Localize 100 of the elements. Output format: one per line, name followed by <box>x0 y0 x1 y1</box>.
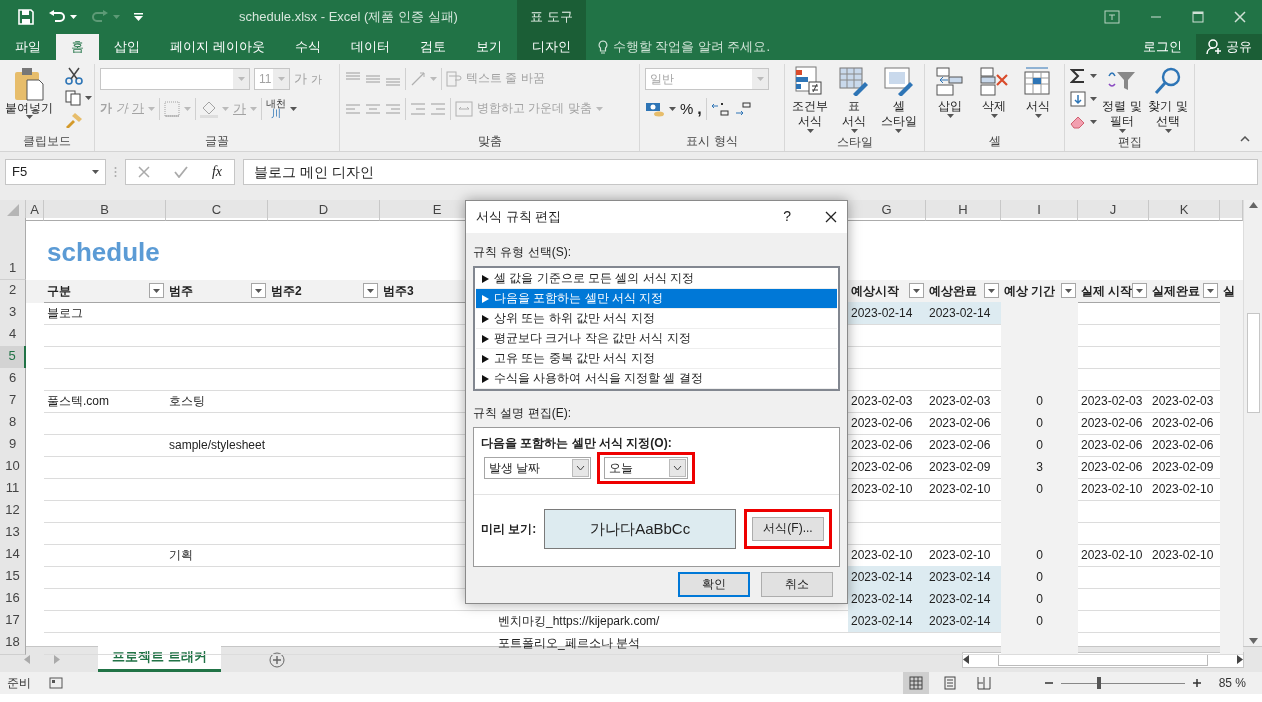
font-name-field[interactable] <box>100 68 250 90</box>
scroll-up-icon[interactable] <box>1248 202 1258 208</box>
help-button[interactable]: ? <box>783 209 791 225</box>
insert-button[interactable]: 삽입 <box>930 64 970 131</box>
column-header[interactable]: B <box>44 200 166 221</box>
column-header[interactable]: D <box>268 200 380 221</box>
row-header[interactable]: 6 <box>0 368 26 391</box>
dropdown-field[interactable]: 발생 날짜 <box>484 457 591 479</box>
ribbon-tab[interactable]: 홈 <box>56 34 99 60</box>
row-header[interactable]: 14 <box>0 544 26 567</box>
fill-color-icon[interactable] <box>200 100 218 118</box>
row-header[interactable]: 3 <box>0 302 26 325</box>
cancel-icon[interactable] <box>137 166 150 178</box>
eraser-icon[interactable] <box>1070 115 1086 130</box>
enter-icon[interactable] <box>173 166 188 178</box>
find-select-button[interactable]: 찾기 및 선택 <box>1147 64 1189 133</box>
ribbon-tab[interactable]: 페이지 레이아웃 <box>155 34 280 60</box>
conditional-format-button[interactable]: 조건부 서식 <box>790 64 831 133</box>
rule-type-option[interactable]: 다음을 포함하는 셀만 서식 지정 <box>476 289 837 309</box>
column-header[interactable]: J <box>1078 200 1149 221</box>
sum-icon[interactable] <box>1070 67 1086 84</box>
percent-button[interactable]: % <box>680 100 694 118</box>
rule-type-option[interactable]: 상위 또는 하위 값만 서식 지정 <box>476 309 837 329</box>
row-header[interactable]: 5 <box>0 346 26 369</box>
ribbon-tab[interactable]: 삽입 <box>99 34 155 60</box>
dropdown-field[interactable]: 오늘 <box>604 457 688 479</box>
paste-button[interactable]: 붙여넣기 <box>5 64 53 131</box>
row-header[interactable]: 12 <box>0 500 26 523</box>
filter-button[interactable] <box>149 283 164 299</box>
customize-icon[interactable] <box>134 13 143 21</box>
scroll-down-icon[interactable] <box>1248 638 1258 644</box>
tell-me-field[interactable]: 수행할 작업을 알려 주세요. <box>612 37 771 57</box>
collapse-ribbon-icon[interactable] <box>1240 135 1250 142</box>
zoom-in-icon[interactable] <box>1192 679 1201 687</box>
ribbon-display-icon[interactable] <box>1104 10 1120 24</box>
rule-type-option[interactable]: 고유 또는 중복 값만 서식 지정 <box>476 349 837 369</box>
sign-in-link[interactable]: 로그인 <box>1143 39 1182 55</box>
format-as-table-button[interactable]: 표 서식 <box>834 64 875 133</box>
column-header[interactable]: I <box>1001 200 1078 221</box>
share-button[interactable]: 공유 <box>1196 34 1262 60</box>
column-header[interactable]: C <box>166 200 268 221</box>
filter-button[interactable] <box>363 283 378 299</box>
filter-button[interactable] <box>984 283 999 299</box>
row-header[interactable]: 15 <box>0 566 26 589</box>
row-header[interactable]: 16 <box>0 588 26 611</box>
maximize-icon[interactable] <box>1192 11 1204 23</box>
increase-decimal-icon[interactable] <box>710 101 729 117</box>
zoom-out-icon[interactable] <box>1044 679 1053 687</box>
row-header[interactable]: 10 <box>0 456 26 479</box>
zoom-level[interactable]: 85 % <box>1218 674 1246 692</box>
currency-icon[interactable] <box>645 101 665 117</box>
row-header[interactable]: 7 <box>0 390 26 413</box>
insert-function-button[interactable]: fx <box>211 164 222 180</box>
column-header[interactable]: K <box>1149 200 1220 221</box>
format-button[interactable]: 서식(F)... <box>752 517 824 541</box>
undo-icon[interactable] <box>48 10 66 24</box>
filter-button[interactable] <box>1061 283 1076 299</box>
ribbon-tab[interactable]: 파일 <box>0 34 56 60</box>
row-header[interactable]: 18 <box>0 632 26 655</box>
formula-field[interactable]: 블로그 메인 디자인 <box>243 159 1258 185</box>
comma-button[interactable]: , <box>697 100 702 118</box>
row-header[interactable]: 4 <box>0 324 26 347</box>
scrollbar-thumb[interactable] <box>1246 313 1260 413</box>
scissors-icon[interactable] <box>65 66 83 85</box>
copy-icon[interactable] <box>65 90 81 107</box>
sort-filter-button[interactable]: 정렬 및 필터 <box>1101 64 1143 133</box>
horizontal-scrollbar[interactable] <box>962 651 1244 668</box>
column-header[interactable]: A <box>26 200 44 221</box>
rule-type-list[interactable]: 셀 값을 기준으로 모든 셀의 서식 지정 다음을 포함하는 셀만 서식 지정 상위 또는 하위 값만 서식 지정 평균보다 크거나 작은 값만 서식 지정 고유 또는 중복 값만 서식 지정 수식을 사용하여 서식을 지정할 셀 결정 <box>473 266 840 391</box>
row-header[interactable]: 1 <box>0 218 26 280</box>
row-header[interactable]: 9 <box>0 434 26 457</box>
normal-view-button[interactable] <box>902 672 929 694</box>
rule-type-option[interactable]: 수식을 사용하여 서식을 지정할 셀 결정 <box>476 369 837 389</box>
row-header[interactable]: 17 <box>0 610 26 633</box>
dialog-button[interactable]: 확인 <box>678 572 750 597</box>
row-header[interactable]: 2 <box>0 280 26 303</box>
row-header[interactable]: 8 <box>0 412 26 435</box>
filter-button[interactable] <box>1203 283 1218 299</box>
fill-down-icon[interactable] <box>1070 91 1086 108</box>
ribbon-tab[interactable]: 데이터 <box>335 34 405 60</box>
zoom-slider-thumb[interactable] <box>1096 676 1101 689</box>
ribbon-tab[interactable]: 수식 <box>279 34 336 60</box>
row-header[interactable]: 13 <box>0 522 26 545</box>
rule-type-option[interactable]: 평균보다 크거나 작은 값만 서식 지정 <box>476 329 837 349</box>
format-button[interactable]: 서식 <box>1018 64 1058 131</box>
save-icon[interactable] <box>18 9 34 25</box>
close-icon[interactable] <box>825 211 837 223</box>
ribbon-tab[interactable]: 검토 <box>404 34 461 60</box>
dialog-button[interactable]: 취소 <box>761 572 833 597</box>
macro-record-icon[interactable] <box>49 677 63 689</box>
delete-button[interactable]: 삭제 <box>974 64 1014 131</box>
ribbon-tab[interactable]: 디자인 <box>516 34 586 60</box>
column-header[interactable]: H <box>926 200 1001 221</box>
name-box[interactable]: F5 <box>5 159 106 185</box>
filter-button[interactable] <box>1132 283 1148 299</box>
filter-button[interactable] <box>251 283 266 299</box>
add-sheet-icon[interactable] <box>268 652 285 669</box>
cell-styles-button[interactable]: 셀 스타일 <box>878 64 919 133</box>
format-painter-icon[interactable] <box>65 112 83 129</box>
row-header[interactable]: 11 <box>0 478 26 501</box>
